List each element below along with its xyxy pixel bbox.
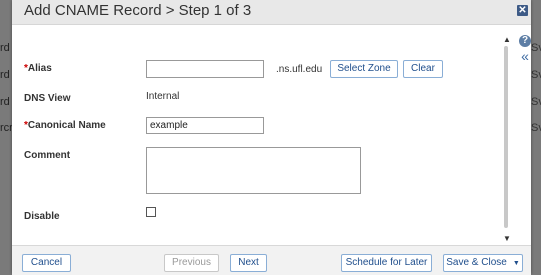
alias-input[interactable] [146,60,264,78]
select-zone-button[interactable]: Select Zone [330,60,398,78]
schedule-for-later-button[interactable]: Schedule for Later [341,254,432,272]
save-and-close-button[interactable]: Save & Close ▼ [443,254,523,272]
add-cname-dialog: Add CNAME Record > Step 1 of 3 ✕ ? « ▲ ▼… [12,0,532,275]
dialog-footer: Cancel Previous Next Schedule for Later … [12,245,531,275]
alias-domain-suffix: .ns.ufl.edu [276,64,323,75]
cancel-button[interactable]: Cancel [22,254,71,272]
alias-label-text: Alias [27,63,52,74]
dns-view-value: Internal [146,91,180,102]
scrollbar-thumb[interactable] [504,46,508,228]
dialog-title: Add CNAME Record > Step 1 of 3 [24,2,252,19]
background-text-fragment: Sv [531,96,541,108]
collapse-panel-icon[interactable]: « [518,49,532,63]
disable-checkbox[interactable] [146,207,156,217]
dns-view-label: DNS View [24,93,71,104]
close-icon[interactable]: ✕ [517,5,528,16]
canonical-name-label: *Canonical Name [24,120,106,131]
background-text-fragment: Sv [531,42,541,54]
help-icon[interactable]: ? [519,35,531,47]
alias-label: *Alias [24,63,52,74]
canonical-name-label-text: Canonical Name [27,120,106,131]
clear-button[interactable]: Clear [403,60,443,78]
disable-label: Disable [24,211,60,222]
dialog-titlebar: Add CNAME Record > Step 1 of 3 ✕ [12,0,531,25]
background-text-fragment: Sv [531,122,541,134]
save-and-close-label: Save & Close [446,257,507,268]
comment-textarea[interactable] [146,147,361,194]
comment-label: Comment [24,150,71,161]
dropdown-caret-icon[interactable]: ▼ [513,260,520,267]
background-text-fragment: Sv [531,69,541,81]
scroll-up-arrow-icon[interactable]: ▲ [503,35,511,44]
next-button[interactable]: Next [230,254,267,272]
scroll-down-arrow-icon[interactable]: ▼ [503,234,511,243]
previous-button[interactable]: Previous [164,254,219,272]
canonical-name-input[interactable] [146,117,264,134]
